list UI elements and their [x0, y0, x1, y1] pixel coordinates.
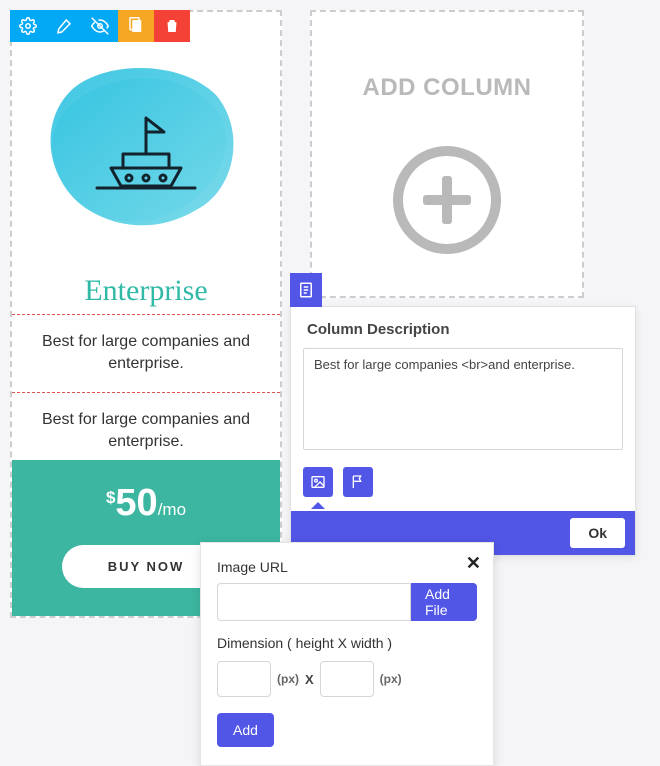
description-badge[interactable] — [290, 273, 322, 307]
duplicate-button[interactable] — [118, 10, 154, 42]
clipboard-icon — [127, 17, 145, 35]
close-button[interactable]: ✕ — [466, 553, 481, 574]
height-input[interactable] — [217, 661, 271, 697]
document-icon — [297, 281, 315, 299]
ok-button[interactable]: Ok — [570, 518, 625, 548]
column-toolbar — [10, 10, 190, 42]
flag-icon — [350, 474, 366, 490]
image-tool-button[interactable] — [303, 467, 333, 497]
px-label: (px) — [380, 672, 402, 686]
add-button[interactable]: Add — [217, 713, 274, 747]
dimension-x: X — [305, 672, 314, 687]
plan-name: Enterprise — [84, 274, 207, 308]
plan-description-1[interactable]: Best for large companies and enterprise. — [12, 315, 280, 392]
image-url-popover: ✕ Image URL Add File Dimension ( height … — [200, 542, 494, 766]
width-input[interactable] — [320, 661, 374, 697]
period: /mo — [158, 500, 186, 519]
dimension-label: Dimension ( height X width ) — [217, 635, 477, 651]
add-column-title: ADD COLUMN — [363, 74, 532, 102]
style-button[interactable] — [46, 10, 82, 42]
gear-icon — [19, 17, 37, 35]
pricing-card[interactable]: Enterprise Best for large companies and … — [10, 10, 282, 618]
column-description-popover: Column Description Ok — [290, 306, 636, 556]
add-column-placeholder[interactable]: ADD COLUMN — [310, 10, 584, 298]
image-url-label: Image URL — [217, 559, 477, 575]
flag-tool-button[interactable] — [343, 467, 373, 497]
popover-tool-row — [291, 455, 635, 497]
eye-off-icon — [91, 17, 109, 35]
plus-icon[interactable] — [393, 146, 501, 254]
add-file-button[interactable]: Add File — [411, 583, 477, 621]
price: $50/mo — [12, 482, 280, 525]
delete-button[interactable] — [154, 10, 190, 42]
description-textarea[interactable] — [303, 348, 623, 450]
currency: $ — [106, 488, 115, 507]
image-icon — [310, 474, 326, 490]
ship-icon — [91, 96, 201, 196]
hide-button[interactable] — [82, 10, 118, 42]
px-label: (px) — [277, 672, 299, 686]
trash-icon — [163, 17, 181, 35]
brush-icon — [55, 17, 73, 35]
settings-button[interactable] — [10, 10, 46, 42]
amount: 50 — [115, 482, 157, 524]
popover-title: Column Description — [291, 307, 635, 348]
image-url-input[interactable] — [217, 583, 411, 621]
plan-description-2[interactable]: Best for large companies and enterprise. — [12, 393, 280, 460]
plan-illustration — [26, 50, 266, 250]
